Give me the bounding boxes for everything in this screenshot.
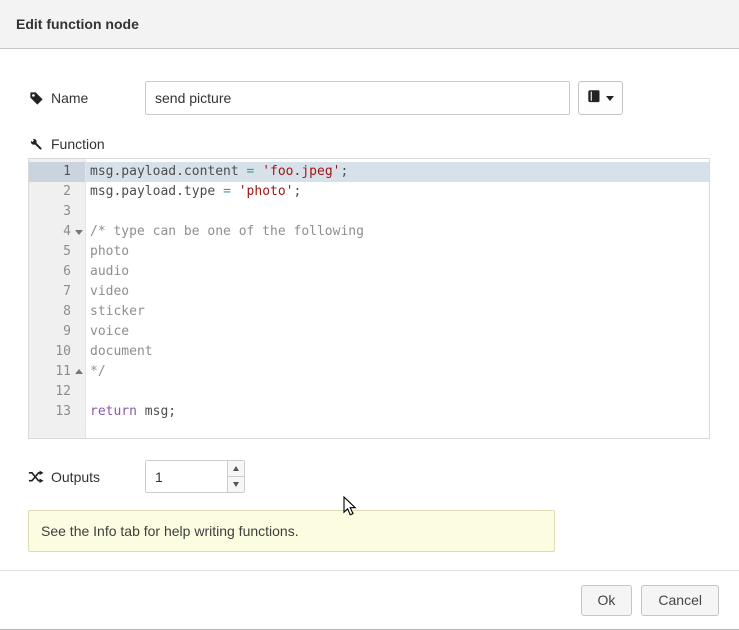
code-line[interactable]: document bbox=[86, 342, 709, 362]
outputs-label-text: Outputs bbox=[51, 469, 100, 485]
code-line[interactable] bbox=[86, 382, 709, 402]
fold-toggle-icon[interactable] bbox=[75, 369, 83, 374]
code-line[interactable]: video bbox=[86, 282, 709, 302]
tag-icon bbox=[28, 91, 44, 106]
dialog-footer: Ok Cancel bbox=[0, 570, 739, 629]
book-icon bbox=[587, 89, 601, 107]
code-token: 'photo' bbox=[239, 184, 294, 199]
dialog-body: Name bbox=[0, 49, 739, 570]
code-line[interactable] bbox=[86, 202, 709, 222]
code-token: video bbox=[90, 284, 129, 299]
fold-toggle-icon[interactable] bbox=[75, 230, 83, 235]
name-label-text: Name bbox=[51, 90, 88, 106]
code-token: msg; bbox=[137, 404, 176, 419]
gutter-line-number[interactable]: 11 bbox=[29, 362, 85, 382]
triangle-up-icon bbox=[233, 466, 239, 471]
code-line[interactable]: /* type can be one of the following bbox=[86, 222, 709, 242]
code-token: sticker bbox=[90, 304, 145, 319]
gutter-line-number[interactable]: 8 bbox=[29, 302, 85, 322]
code-token: */ bbox=[90, 364, 106, 379]
name-label: Name bbox=[28, 90, 145, 106]
gutter-line-number[interactable]: 4 bbox=[29, 222, 85, 242]
spinner-down-button[interactable] bbox=[228, 476, 244, 492]
code-token: msg.payload.type bbox=[90, 184, 215, 199]
info-tip: See the Info tab for help writing functi… bbox=[28, 510, 555, 552]
code-line[interactable]: msg.payload.type = 'photo'; bbox=[86, 182, 709, 202]
code-line[interactable]: return msg; bbox=[86, 402, 709, 422]
library-button[interactable] bbox=[578, 81, 623, 115]
code-line[interactable]: audio bbox=[86, 262, 709, 282]
name-input[interactable] bbox=[145, 81, 570, 115]
code-token: ; bbox=[294, 184, 302, 199]
wrench-icon bbox=[28, 137, 44, 152]
code-token: document bbox=[90, 344, 153, 359]
gutter-line-number[interactable]: 9 bbox=[29, 322, 85, 342]
ok-button[interactable]: Ok bbox=[581, 585, 633, 616]
code-token: photo bbox=[90, 244, 129, 259]
code-line[interactable]: */ bbox=[86, 362, 709, 382]
code-token bbox=[239, 164, 247, 179]
code-token bbox=[215, 184, 223, 199]
dialog-title: Edit function node bbox=[0, 0, 739, 49]
code-token: voice bbox=[90, 324, 129, 339]
spinner-buttons bbox=[227, 461, 244, 492]
triangle-down-icon bbox=[233, 482, 239, 487]
gutter-line-number[interactable]: 3 bbox=[29, 202, 85, 222]
cancel-button[interactable]: Cancel bbox=[641, 585, 719, 616]
outputs-input[interactable] bbox=[146, 461, 227, 492]
gutter-line-number[interactable]: 5 bbox=[29, 242, 85, 262]
outputs-label: Outputs bbox=[28, 469, 145, 485]
code-token: = bbox=[223, 184, 231, 199]
code-token: return bbox=[90, 404, 137, 419]
shuffle-icon bbox=[28, 469, 44, 484]
gutter-line-number[interactable]: 10 bbox=[29, 342, 85, 362]
gutter-line-number[interactable]: 12 bbox=[29, 382, 85, 402]
gutter-line-number[interactable]: 6 bbox=[29, 262, 85, 282]
edit-function-dialog: Edit function node Name bbox=[0, 0, 739, 630]
function-label: Function bbox=[28, 136, 145, 152]
spinner-up-button[interactable] bbox=[228, 461, 244, 476]
gutter-line-number[interactable]: 13 bbox=[29, 402, 85, 422]
code-line[interactable]: voice bbox=[86, 322, 709, 342]
code-token: /* type can be one of the following bbox=[90, 224, 364, 239]
code-token: 'foo.jpeg' bbox=[262, 164, 340, 179]
gutter-line-number[interactable]: 1 bbox=[29, 162, 85, 182]
code-line[interactable]: photo bbox=[86, 242, 709, 262]
gutter-line-number[interactable]: 7 bbox=[29, 282, 85, 302]
caret-down-icon bbox=[606, 96, 614, 101]
code-editor[interactable]: 12345678910111213 msg.payload.content = … bbox=[28, 158, 710, 439]
function-label-row: Function bbox=[28, 135, 711, 153]
code-token bbox=[231, 184, 239, 199]
code-token: audio bbox=[90, 264, 129, 279]
name-row: Name bbox=[28, 81, 711, 115]
outputs-row: Outputs bbox=[28, 460, 711, 493]
outputs-spinner bbox=[145, 460, 245, 493]
gutter-line-number[interactable]: 2 bbox=[29, 182, 85, 202]
code-line[interactable]: sticker bbox=[86, 302, 709, 322]
function-label-text: Function bbox=[51, 136, 105, 152]
code-line[interactable]: msg.payload.content = 'foo.jpeg'; bbox=[86, 162, 709, 182]
code-token: ; bbox=[340, 164, 348, 179]
editor-code: msg.payload.content = 'foo.jpeg';msg.pay… bbox=[86, 159, 709, 438]
editor-gutter: 12345678910111213 bbox=[29, 159, 86, 438]
code-token: msg.payload.content bbox=[90, 164, 239, 179]
